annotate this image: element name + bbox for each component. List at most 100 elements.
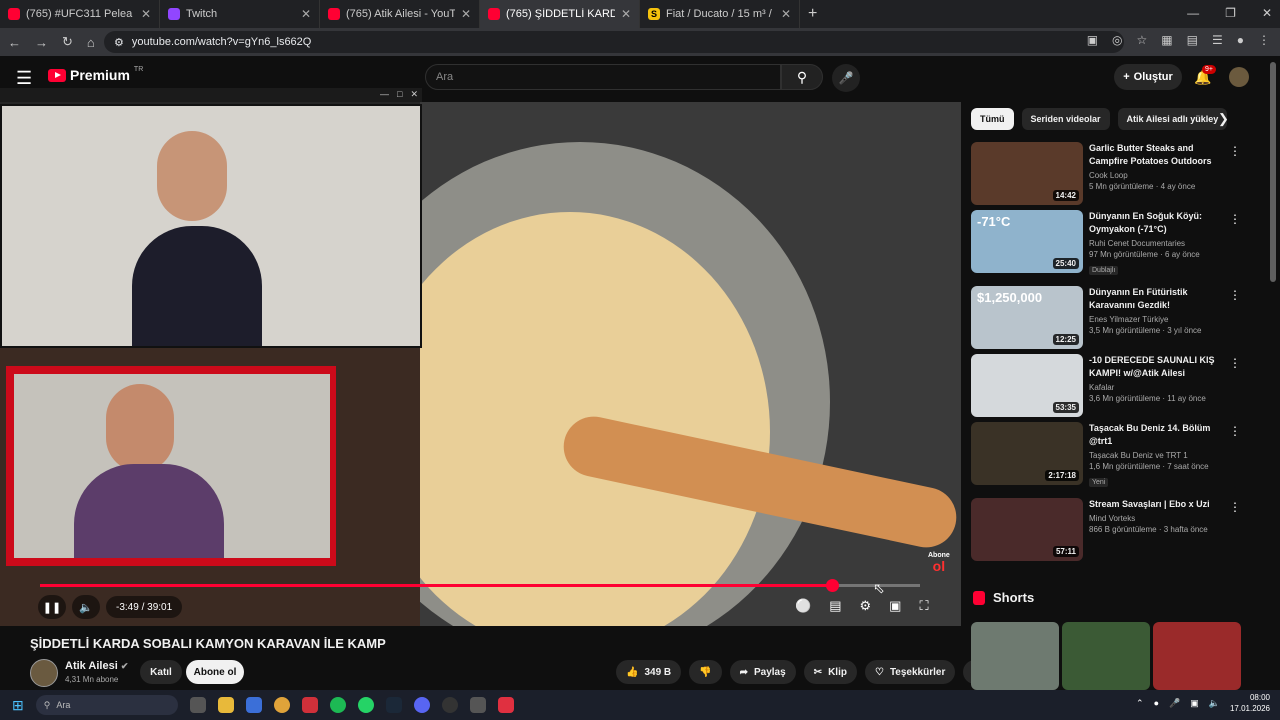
translate-icon[interactable]: ▤: [1187, 33, 1198, 47]
share-button[interactable]: ➦ Paylaş: [729, 660, 796, 684]
voice-search-button[interactable]: 🎤: [832, 64, 860, 92]
rec-title[interactable]: Dünyanın En Fütüristik Karavanını Gezdik…: [1089, 286, 1219, 312]
rec-title[interactable]: Garlic Butter Steaks and Campfire Potato…: [1089, 142, 1219, 168]
back-icon[interactable]: ←: [8, 35, 21, 50]
video-player[interactable]: Abone ol: [0, 102, 961, 626]
close-window-icon[interactable]: ✕: [1262, 6, 1272, 20]
profile-icon[interactable]: ●: [1237, 33, 1244, 47]
recommended-video[interactable]: -71°C 25:40 Dünyanın En Soğuk Köyü: Oymy…: [971, 210, 1251, 286]
task-view-icon[interactable]: [189, 697, 206, 713]
join-button[interactable]: Katıl: [140, 660, 182, 684]
clock[interactable]: 08:00 17.01.2026: [1230, 692, 1270, 714]
pause-button[interactable]: ❚❚: [38, 595, 66, 619]
video-thumbnail[interactable]: 14:42: [971, 142, 1083, 205]
taskbar-search[interactable]: ⚲ Ara: [35, 695, 178, 715]
account-avatar[interactable]: [1229, 67, 1249, 87]
more-options-icon[interactable]: ⋮: [1229, 356, 1241, 370]
rec-title[interactable]: -10 DERECEDE SAUNALI KIŞ KAMPI! w/@Atik …: [1089, 354, 1219, 380]
dislike-button[interactable]: 👎: [689, 660, 722, 684]
network-icon[interactable]: ▣: [1190, 698, 1199, 709]
more-options-icon[interactable]: ⋮: [1229, 144, 1241, 158]
windows-start-icon[interactable]: ⊞: [12, 697, 24, 714]
rec-channel[interactable]: Ruhi Cenet Documentaries: [1089, 239, 1219, 248]
store-icon[interactable]: [245, 697, 262, 713]
progress-scrubber[interactable]: [826, 579, 839, 592]
browser-tab[interactable]: (765) #UFC311 Pelea Completa ✕: [0, 0, 160, 28]
notifications-button[interactable]: 🔔 9+: [1194, 65, 1216, 86]
search-input[interactable]: Ara: [425, 64, 781, 90]
tab-close-icon[interactable]: ✕: [621, 7, 631, 21]
volume-button[interactable]: 🔈: [72, 595, 100, 619]
fullscreen-icon[interactable]: ⛶: [919, 598, 928, 614]
more-options-icon[interactable]: ⋮: [1229, 500, 1241, 514]
rec-channel[interactable]: Kafalar: [1089, 383, 1219, 392]
autoplay-toggle-icon[interactable]: ⚪: [795, 598, 811, 614]
popup-minimize-icon[interactable]: —: [380, 89, 389, 100]
maximize-icon[interactable]: ❐: [1225, 6, 1236, 20]
url-field[interactable]: ⚙ youtube.com/watch?v=gYn6_ls662Q: [104, 31, 1124, 53]
video-thumbnail[interactable]: 57:11: [971, 498, 1083, 561]
popup-maximize-icon[interactable]: □: [397, 89, 402, 100]
spotify-icon[interactable]: [329, 697, 346, 713]
rec-channel[interactable]: Mind Vorteks: [1089, 514, 1219, 523]
recommended-video[interactable]: $1,250,000 12:25 Dünyanın En Fütüristik …: [971, 286, 1251, 354]
miniplayer-icon[interactable]: ▣: [889, 598, 901, 614]
more-options-icon[interactable]: ⋮: [1229, 424, 1241, 438]
popup-close-icon[interactable]: ✕: [410, 89, 418, 100]
bookmark-star-icon[interactable]: ☆: [1137, 33, 1148, 47]
subtitles-icon[interactable]: ▤: [829, 598, 841, 614]
channel-name[interactable]: Atik Ailesi ✔: [65, 660, 128, 672]
more-options-icon[interactable]: ⋮: [1229, 288, 1241, 302]
video-thumbnail[interactable]: $1,250,000 12:25: [971, 286, 1083, 349]
new-tab-button[interactable]: +: [808, 5, 817, 23]
recommended-video[interactable]: 2:17:18 Taşacak Bu Deniz 14. Bölüm @trt1…: [971, 422, 1251, 498]
short-thumbnail[interactable]: [1062, 622, 1150, 690]
video-thumbnail[interactable]: -71°C 25:40: [971, 210, 1083, 273]
app-pen-icon[interactable]: [469, 697, 486, 713]
extensions-icon[interactable]: ▦: [1161, 33, 1172, 47]
rec-channel[interactable]: Cook Loop: [1089, 171, 1219, 180]
rec-title[interactable]: Dünyanın En Soğuk Köyü: Oymyakon (-71°C): [1089, 210, 1219, 236]
short-thumbnail[interactable]: [1153, 622, 1241, 690]
recommended-video[interactable]: 53:35 -10 DERECEDE SAUNALI KIŞ KAMPI! w/…: [971, 354, 1251, 422]
recommended-video[interactable]: 14:42 Garlic Butter Steaks and Campfire …: [971, 142, 1251, 210]
forward-icon[interactable]: →: [35, 35, 48, 50]
short-thumbnail[interactable]: [971, 622, 1059, 690]
more-options-icon[interactable]: ⋮: [1229, 212, 1241, 226]
tab-close-icon[interactable]: ✕: [461, 7, 471, 21]
chrome-icon[interactable]: [273, 697, 290, 713]
youtube-logo[interactable]: Premium TR: [48, 66, 143, 83]
tray-app-icon[interactable]: ●: [1154, 698, 1159, 708]
thanks-button[interactable]: ♡ Teşekkürler: [864, 660, 956, 684]
tab-close-icon[interactable]: ✕: [781, 7, 791, 21]
rec-channel[interactable]: Enes Yilmazer Türkiye: [1089, 315, 1219, 324]
recommended-video[interactable]: 57:11 Stream Savaşları | Ebo x Uzi Mind …: [971, 498, 1251, 566]
media-icon[interactable]: ☰: [1212, 33, 1223, 47]
mic-icon[interactable]: 🎤: [1169, 698, 1180, 709]
clip-button[interactable]: ✂ Klip: [803, 660, 857, 684]
video-thumbnail[interactable]: 53:35: [971, 354, 1083, 417]
menu-dots-icon[interactable]: ⋮: [1258, 33, 1270, 47]
subscribe-button[interactable]: Abone ol: [186, 660, 244, 684]
filter-chip[interactable]: Atik Ailesi adlı yükley: [1117, 108, 1228, 130]
browser-tab[interactable]: Twitch ✕: [160, 0, 320, 28]
filter-chip[interactable]: Tümü: [971, 108, 1014, 130]
browser-tab[interactable]: (765) Atik Ailesi - YouTube ✕: [320, 0, 480, 28]
whatsapp-icon[interactable]: [357, 697, 374, 713]
video-thumbnail[interactable]: 2:17:18: [971, 422, 1083, 485]
chevron-right-icon[interactable]: ❯: [1218, 111, 1229, 127]
progress-bar[interactable]: [40, 579, 920, 592]
site-info-icon[interactable]: ⚙: [114, 36, 124, 49]
rec-title[interactable]: Taşacak Bu Deniz 14. Bölüm @trt1: [1089, 422, 1219, 448]
tab-close-icon[interactable]: ✕: [141, 7, 151, 21]
search-button[interactable]: ⚲: [781, 64, 823, 90]
volume-tray-icon[interactable]: 🔈: [1209, 698, 1220, 709]
tab-close-icon[interactable]: ✕: [301, 7, 311, 21]
discord-icon[interactable]: [413, 697, 430, 713]
steam-icon[interactable]: [385, 697, 402, 713]
page-scrollbar[interactable]: [1270, 62, 1276, 282]
like-button[interactable]: 👍 349 B: [616, 660, 682, 684]
app-red-icon[interactable]: [301, 697, 318, 713]
app-bolt-icon[interactable]: [497, 697, 514, 713]
browser-tab[interactable]: (765) ŞİDDETLİ KARDA SOB ✕: [480, 0, 640, 28]
